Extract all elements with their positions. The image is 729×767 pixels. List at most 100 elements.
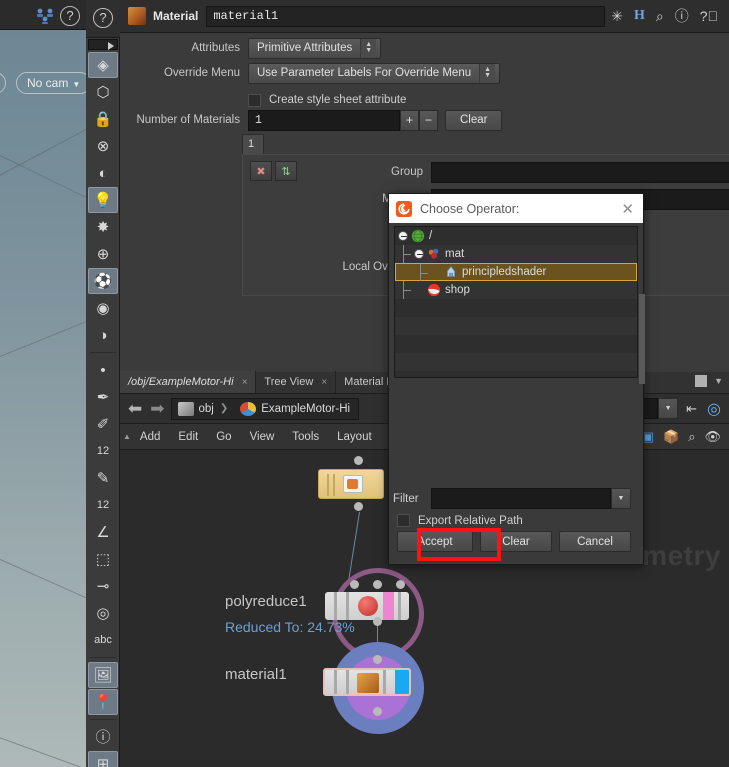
node-output-dot[interactable]	[354, 502, 363, 511]
gear-icon[interactable]: ✳	[611, 8, 623, 25]
tree-row[interactable]: shop	[395, 281, 637, 299]
spinner-icon[interactable]: ▲▼	[479, 64, 495, 83]
spinner-icon[interactable]: ▲▼	[360, 39, 376, 58]
cancel-button[interactable]: Cancel	[559, 531, 631, 552]
dialog-scrollbar[interactable]	[639, 294, 645, 384]
node-name-field[interactable]: material1	[206, 6, 605, 27]
tree-row[interactable]: /	[395, 227, 637, 245]
pen-tool[interactable]: ✐	[88, 411, 118, 437]
network-tab[interactable]: /obj/ExampleMotor-Hi×	[120, 371, 256, 393]
dialog-title-bar[interactable]: Choose Operator: ✕	[389, 194, 643, 223]
breadcrumb-node: ExampleMotor-Hi	[261, 403, 350, 415]
view-tool[interactable]: ◈	[88, 52, 118, 78]
paint-bucket-tool[interactable]: ✎	[88, 465, 118, 491]
filter-dropdown[interactable]: ▼	[611, 488, 631, 509]
menu-scroll-icon[interactable]: ▲	[123, 432, 131, 441]
camera-tool[interactable]: ◉	[88, 295, 118, 321]
network-menu-add[interactable]: Add	[131, 431, 169, 443]
network-filter-dropdown[interactable]: ▼	[658, 398, 678, 419]
transform-tool[interactable]: ⬚	[88, 546, 118, 572]
arrow-right-icon[interactable]: ➡	[150, 399, 164, 419]
style-sheet-checkbox[interactable]	[248, 94, 261, 107]
attributes-dropdown[interactable]: Primitive Attributes ▲▼	[248, 38, 381, 59]
disk-tool[interactable]: ◎	[88, 600, 118, 626]
network-menu-tools[interactable]: Tools	[283, 431, 328, 443]
add-material-button[interactable]: +	[400, 110, 419, 131]
viewport-3d[interactable]: No cam▼	[0, 30, 86, 767]
people-icon[interactable]	[36, 8, 54, 24]
help-circle-icon[interactable]: ?	[60, 6, 80, 26]
sphere-light-tool[interactable]: ◐	[88, 160, 118, 186]
delete-instance-button[interactable]: ✖	[250, 161, 272, 181]
environment-light-tool[interactable]: ⚽	[88, 268, 118, 294]
info-tool[interactable]: ⓘ	[88, 724, 118, 750]
network-menu-edit[interactable]: Edit	[169, 431, 207, 443]
node-input-dot[interactable]	[350, 580, 359, 589]
text-tool[interactable]: abc	[88, 627, 118, 653]
polyreduce-node-body[interactable]	[325, 592, 409, 620]
box-icon[interactable]: 📦	[663, 429, 679, 445]
node-output-dot[interactable]	[373, 617, 382, 626]
pin-tool[interactable]: 📍	[88, 689, 118, 715]
network-menu-layout[interactable]: Layout	[328, 431, 381, 443]
move-instance-button[interactable]: ⇅	[275, 161, 297, 181]
tree-expander-icon[interactable]	[414, 249, 424, 259]
export-relative-checkbox[interactable]	[397, 514, 410, 527]
group-field[interactable]	[431, 162, 729, 183]
houdini-h-icon[interactable]: H	[634, 8, 645, 24]
camera-selector[interactable]: No cam▼	[16, 72, 86, 94]
angle-tool[interactable]: ∠	[88, 519, 118, 545]
help-circle-icon[interactable]: ?	[93, 8, 113, 28]
filter-field[interactable]	[431, 488, 611, 509]
joint-tool[interactable]: ⊸	[88, 573, 118, 599]
image-tool[interactable]: 🖼	[88, 662, 118, 688]
number-point-tool[interactable]: 12	[88, 438, 118, 464]
num-materials-field[interactable]: 1	[248, 110, 400, 131]
grid-tool[interactable]: ⊞	[88, 751, 118, 767]
help-icon[interactable]: ?⃝	[700, 8, 718, 24]
display-eye-icon[interactable]: 👁	[704, 429, 721, 445]
number-paint-tool[interactable]: 12	[88, 492, 118, 518]
close-icon[interactable]: ×	[242, 377, 248, 388]
pin-network-icon[interactable]: ⇤	[686, 401, 697, 417]
lock-tool[interactable]: 🔒	[88, 106, 118, 132]
clear-materials-button[interactable]: Clear	[445, 110, 502, 131]
area-light-tool[interactable]: ⊕	[88, 241, 118, 267]
point-tool[interactable]: •	[88, 357, 118, 383]
material-node-body[interactable]	[323, 668, 411, 696]
info-icon[interactable]: ⓘ	[675, 6, 689, 26]
node-input-dot[interactable]	[396, 580, 405, 589]
tree-expander-icon[interactable]	[398, 231, 408, 241]
no-light-tool[interactable]: ⊗	[88, 133, 118, 159]
operator-tree[interactable]: /matprincipledshadershop	[394, 226, 638, 378]
light-tool[interactable]: 💡	[88, 187, 118, 213]
shelf-scroll-arrow[interactable]	[88, 39, 118, 50]
subnet-folder-node[interactable]	[318, 469, 384, 499]
viewport-menu-left[interactable]	[0, 72, 6, 94]
close-icon[interactable]: ✕	[621, 200, 634, 218]
paint-tool[interactable]: ◑	[88, 322, 118, 348]
search-icon[interactable]: ⌕	[688, 429, 695, 445]
select-tool[interactable]: ⬡	[88, 79, 118, 105]
node-input-dot[interactable]	[373, 580, 382, 589]
multiparm-tab-1[interactable]: 1	[242, 134, 264, 154]
search-icon[interactable]: ⌕	[656, 8, 664, 25]
maximize-pane-icon[interactable]	[695, 375, 707, 387]
brush-tool[interactable]: ✒	[88, 384, 118, 410]
arrow-left-icon[interactable]: ⬅	[128, 399, 142, 419]
tree-row[interactable]: principledshader	[395, 263, 637, 281]
network-menu-go[interactable]: Go	[207, 431, 240, 443]
pane-menu-icon[interactable]: ▼	[714, 376, 723, 386]
node-output-dot[interactable]	[373, 707, 382, 716]
node-output-dot[interactable]	[354, 456, 363, 465]
network-menu-view[interactable]: View	[241, 431, 284, 443]
target-icon[interactable]: ◎	[707, 399, 721, 419]
point-light-tool[interactable]: ✸	[88, 214, 118, 240]
remove-material-button[interactable]: −	[419, 110, 438, 131]
tree-row[interactable]: mat	[395, 245, 637, 263]
close-icon[interactable]: ×	[321, 377, 327, 388]
override-menu-dropdown[interactable]: Use Parameter Labels For Override Menu ▲…	[248, 63, 500, 84]
network-tab[interactable]: Tree View×	[256, 371, 336, 393]
breadcrumb[interactable]: obj ❯ ExampleMotor-Hi	[171, 398, 360, 420]
node-input-dot[interactable]	[373, 655, 382, 664]
